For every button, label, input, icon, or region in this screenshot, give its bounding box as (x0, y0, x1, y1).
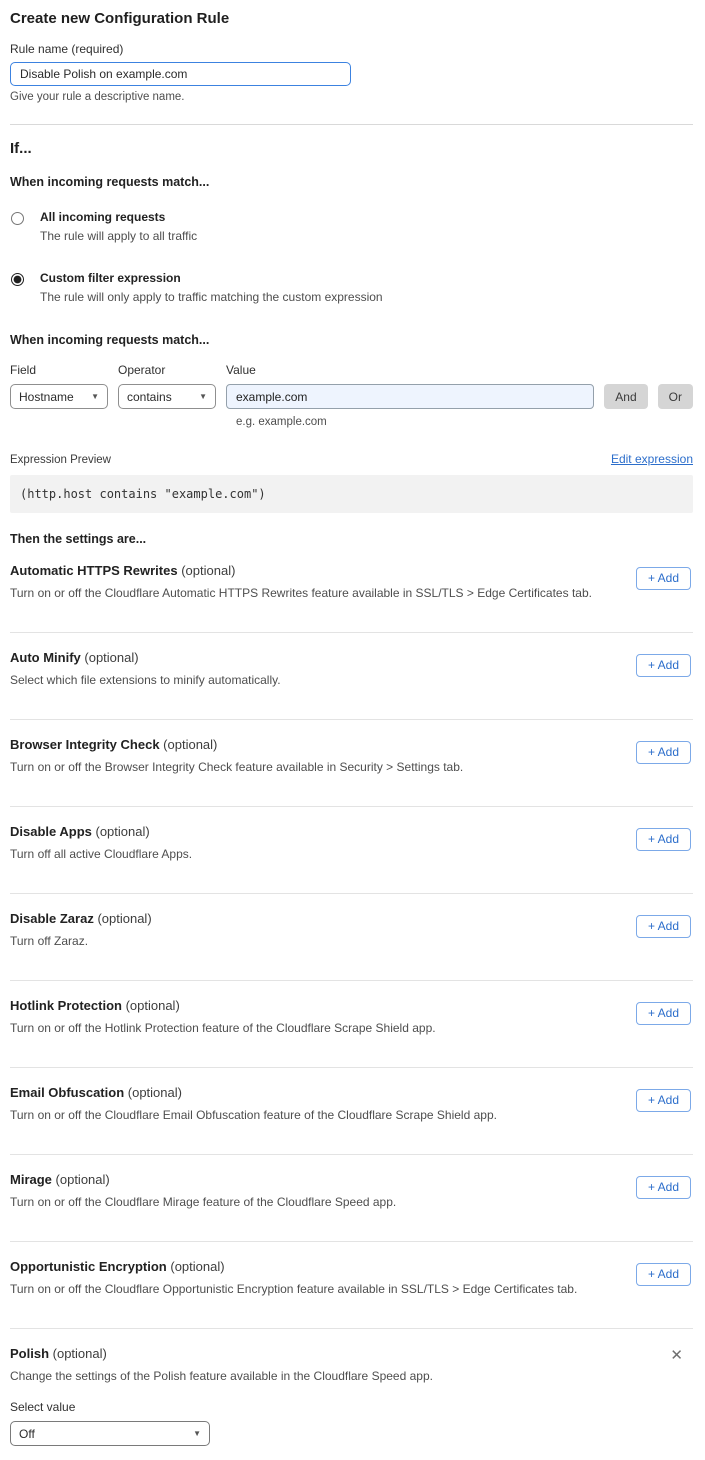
and-button[interactable]: And (604, 384, 647, 409)
setting-optional-tag: (optional) (128, 1085, 182, 1100)
chevron-down-icon: ▼ (199, 392, 207, 401)
operator-label: Operator (118, 363, 216, 377)
edit-expression-link[interactable]: Edit expression (611, 452, 693, 466)
setting-description: Turn on or off the Cloudflare Email Obfu… (10, 1108, 497, 1122)
all-requests-radio[interactable] (11, 212, 24, 225)
radio-option-description: The rule will apply to all traffic (40, 229, 197, 243)
setting-description: Turn on or off the Browser Integrity Che… (10, 760, 463, 774)
expression-preview-label: Expression Preview (10, 454, 111, 466)
setting-optional-tag: (optional) (97, 911, 151, 926)
setting-name: Auto Minify (10, 650, 81, 665)
configuration-rule-form: Create new Configuration Rule Rule name … (0, 0, 705, 1460)
custom-expression-radio[interactable] (11, 273, 24, 286)
setting-row-opportunistic-encryption: Opportunistic Encryption (optional) Turn… (10, 1242, 693, 1328)
setting-row-automatic-https-rewrites: Automatic HTTPS Rewrites (optional) Turn… (10, 546, 693, 632)
radio-option-description: The rule will only apply to traffic matc… (40, 290, 383, 304)
setting-description: Turn on or off the Hotlink Protection fe… (10, 1021, 436, 1035)
rule-name-label: Rule name (required) (10, 42, 693, 56)
field-label: Field (10, 363, 108, 377)
builder-heading: When incoming requests match... (10, 333, 693, 347)
setting-name: Polish (10, 1346, 49, 1361)
add-button[interactable]: + Add (636, 654, 691, 677)
add-button[interactable]: + Add (636, 1089, 691, 1112)
setting-description: Turn on or off the Cloudflare Automatic … (10, 586, 592, 600)
field-select[interactable]: Hostname ▼ (10, 384, 108, 409)
setting-description: Select which file extensions to minify a… (10, 673, 281, 687)
or-button[interactable]: Or (658, 384, 693, 409)
setting-row-hotlink-protection: Hotlink Protection (optional) Turn on or… (10, 981, 693, 1067)
setting-optional-tag: (optional) (56, 1172, 110, 1187)
setting-row-disable-apps: Disable Apps (optional) Turn off all act… (10, 807, 693, 893)
setting-description: Change the settings of the Polish featur… (10, 1369, 433, 1383)
setting-optional-tag: (optional) (181, 563, 235, 578)
add-button[interactable]: + Add (636, 828, 691, 851)
add-button[interactable]: + Add (636, 1263, 691, 1286)
field-select-value: Hostname (19, 390, 74, 404)
polish-value-select[interactable]: Off ▼ (10, 1421, 210, 1446)
rule-name-input[interactable] (10, 62, 351, 86)
expression-preview-code: (http.host contains "example.com") (10, 475, 693, 513)
select-value-label: Select value (10, 1400, 693, 1414)
radio-option-all-requests[interactable]: All incoming requests The rule will appl… (10, 210, 693, 243)
chevron-down-icon: ▼ (193, 1429, 201, 1438)
setting-name: Email Obfuscation (10, 1085, 124, 1100)
close-icon[interactable]: ✕ (666, 1346, 687, 1365)
setting-optional-tag: (optional) (96, 824, 150, 839)
setting-row-disable-zaraz: Disable Zaraz (optional) Turn off Zaraz.… (10, 894, 693, 980)
setting-row-mirage: Mirage (optional) Turn on or off the Clo… (10, 1155, 693, 1241)
setting-name: Automatic HTTPS Rewrites (10, 563, 178, 578)
polish-select-value: Off (19, 1427, 35, 1441)
page-title: Create new Configuration Rule (10, 10, 693, 27)
setting-description: Turn off Zaraz. (10, 934, 152, 948)
setting-row-browser-integrity-check: Browser Integrity Check (optional) Turn … (10, 720, 693, 806)
setting-name: Disable Zaraz (10, 911, 94, 926)
setting-row-auto-minify: Auto Minify (optional) Select which file… (10, 633, 693, 719)
setting-description: Turn on or off the Cloudflare Opportunis… (10, 1282, 577, 1296)
setting-optional-tag: (optional) (163, 737, 217, 752)
setting-description: Turn off all active Cloudflare Apps. (10, 847, 192, 861)
setting-name: Disable Apps (10, 824, 92, 839)
add-button[interactable]: + Add (636, 1002, 691, 1025)
add-button[interactable]: + Add (636, 915, 691, 938)
expression-builder-row: Field Hostname ▼ Operator contains ▼ Val… (10, 347, 693, 409)
operator-select-value: contains (127, 390, 172, 404)
add-button[interactable]: + Add (636, 741, 691, 764)
operator-select[interactable]: contains ▼ (118, 384, 216, 409)
rule-name-helper: Give your rule a descriptive name. (10, 91, 693, 103)
value-helper: e.g. example.com (236, 416, 693, 428)
value-label: Value (226, 363, 594, 377)
radio-option-label: All incoming requests (40, 210, 197, 224)
setting-name: Browser Integrity Check (10, 737, 160, 752)
add-button[interactable]: + Add (636, 1176, 691, 1199)
chevron-down-icon: ▼ (91, 392, 99, 401)
setting-name: Mirage (10, 1172, 52, 1187)
setting-row-polish: Polish (optional) Change the settings of… (10, 1329, 693, 1446)
section-divider (10, 124, 693, 125)
match-subheading: When incoming requests match... (10, 175, 693, 189)
setting-optional-tag: (optional) (53, 1346, 107, 1361)
if-heading: If... (10, 140, 693, 157)
setting-optional-tag: (optional) (126, 998, 180, 1013)
radio-option-custom-expression[interactable]: Custom filter expression The rule will o… (10, 271, 693, 304)
setting-optional-tag: (optional) (84, 650, 138, 665)
setting-name: Hotlink Protection (10, 998, 122, 1013)
add-button[interactable]: + Add (636, 567, 691, 590)
setting-row-email-obfuscation: Email Obfuscation (optional) Turn on or … (10, 1068, 693, 1154)
value-input[interactable] (226, 384, 594, 409)
setting-description: Turn on or off the Cloudflare Mirage fea… (10, 1195, 396, 1209)
then-heading: Then the settings are... (10, 532, 693, 546)
radio-option-label: Custom filter expression (40, 271, 383, 285)
